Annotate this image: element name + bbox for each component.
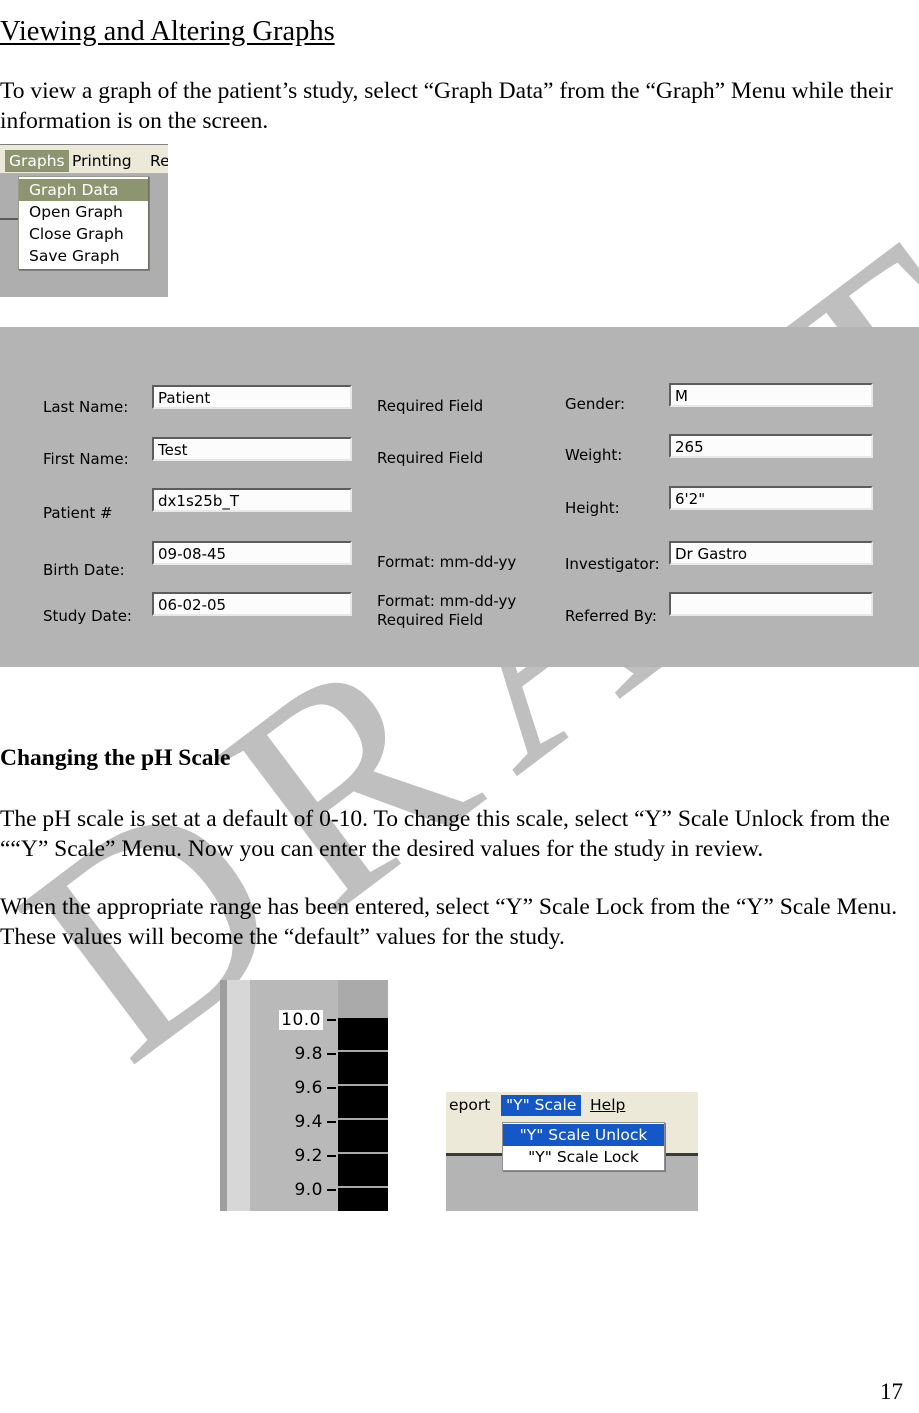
label-gender: Gender: — [565, 395, 626, 413]
label-referred-by: Referred By: — [565, 607, 657, 625]
gender-input[interactable]: M — [669, 383, 873, 407]
menubar-item-help[interactable]: Help — [590, 1095, 625, 1116]
yscale-max-value-input[interactable]: 10.0 — [279, 1010, 323, 1030]
page-number: 17 — [880, 1379, 903, 1404]
label-height: Height: — [565, 499, 620, 517]
yscale-tick: 9.6 — [294, 1078, 338, 1098]
investigator-input[interactable]: Dr Gastro — [669, 541, 873, 565]
yscale-tick-label: 9.8 — [294, 1044, 323, 1064]
menu-item-close-graph[interactable]: Close Graph — [19, 223, 148, 245]
label-first-name: First Name: — [43, 450, 129, 468]
yscale-tick-label: 9.2 — [294, 1146, 323, 1166]
menu-item-y-scale-unlock[interactable]: "Y" Scale Unlock — [503, 1124, 664, 1146]
note-first-name: Required Field — [377, 449, 484, 467]
menu-item-open-graph[interactable]: Open Graph — [19, 201, 148, 223]
study-date-input[interactable]: 06-02-05 — [152, 592, 352, 616]
patient-number-input[interactable]: dx1s25b_T — [152, 488, 352, 512]
yscale-outer-frame — [220, 980, 227, 1211]
yscale-dropdown-menu: "Y" Scale Unlock "Y" Scale Lock — [502, 1122, 665, 1171]
menubar-item-reports[interactable]: Re — [150, 150, 168, 172]
plot-band — [338, 1120, 388, 1152]
document-page: Viewing and Altering Graphs To view a gr… — [0, 0, 919, 1413]
note-study-date: Format: mm-dd-yy Required Field — [377, 592, 517, 629]
label-investigator: Investigator: — [565, 555, 660, 573]
referred-by-input[interactable] — [669, 592, 873, 616]
intro-paragraph: To view a graph of the patient’s study, … — [0, 77, 893, 134]
weight-input[interactable]: 265 — [669, 434, 873, 458]
last-name-input[interactable]: Patient — [152, 385, 352, 409]
yscale-menu-screenshot: eport "Y" Scale Help "Y" Scale Unlock "Y… — [446, 1092, 698, 1211]
note-last-name: Required Field — [377, 397, 484, 415]
menubar-item-graphs[interactable]: Graphs — [5, 150, 69, 172]
menu-item-save-graph[interactable]: Save Graph — [19, 245, 148, 267]
tick-mark-icon — [327, 1053, 336, 1055]
help-accesskey: Help — [590, 1096, 626, 1114]
note-birth-date: Format: mm-dd-yy — [377, 553, 517, 571]
plot-band — [338, 1052, 388, 1084]
window-body-divider — [0, 218, 18, 220]
yscale-tick-label: 9.0 — [294, 1180, 323, 1200]
yscale-inner-frame — [227, 980, 250, 1211]
label-study-date: Study Date: — [43, 607, 132, 625]
tick-mark-icon — [327, 1155, 336, 1157]
yscale-tick: 9.4 — [294, 1112, 338, 1132]
menubar-item-printing[interactable]: Printing — [72, 150, 132, 172]
yscale-tick: 9.2 — [294, 1146, 338, 1166]
section-heading-changing-ph-scale: Changing the pH Scale — [0, 744, 231, 771]
menubar-item-report[interactable]: eport — [449, 1095, 490, 1116]
patient-info-form-screenshot: Last Name: First Name: Patient # Birth D… — [0, 327, 919, 667]
graphs-menu-screenshot: Graphs Printing Re Graph Data Open Graph… — [0, 144, 168, 297]
label-birth-date: Birth Date: — [43, 561, 125, 579]
plot-band — [338, 1154, 388, 1186]
ph-yscale-screenshot: 10.0 9.8 9.6 9.4 9.2 9.0 — [220, 980, 388, 1211]
plot-band — [338, 1086, 388, 1118]
menu-item-y-scale-lock[interactable]: "Y" Scale Lock — [503, 1146, 664, 1168]
tick-mark-icon — [327, 1087, 336, 1089]
plot-band — [338, 1188, 388, 1211]
tick-mark-icon — [327, 1019, 336, 1021]
tick-mark-icon — [327, 1121, 336, 1123]
label-weight: Weight: — [565, 446, 623, 464]
label-last-name: Last Name: — [43, 398, 129, 416]
paragraph-ph-scale-lock: When the appropriate range has been ente… — [0, 893, 898, 950]
graphs-menubar: Graphs Printing Re — [0, 149, 168, 174]
first-name-input[interactable]: Test — [152, 437, 352, 461]
yscale-tick: 9.0 — [294, 1180, 338, 1200]
menubar-item-y-scale[interactable]: "Y" Scale — [501, 1095, 582, 1116]
graphs-dropdown-menu: Graph Data Open Graph Close Graph Save G… — [18, 176, 149, 270]
tick-mark-icon — [327, 1189, 336, 1191]
paragraph-ph-scale-default: The pH scale is set at a default of 0-10… — [0, 805, 890, 862]
height-input[interactable]: 6'2" — [669, 486, 873, 510]
menu-item-graph-data[interactable]: Graph Data — [19, 179, 148, 201]
yscale-tick-label: 9.4 — [294, 1112, 323, 1132]
label-patient-number: Patient # — [43, 504, 113, 522]
yscale-tick: 9.8 — [294, 1044, 338, 1064]
birth-date-input[interactable]: 09-08-45 — [152, 541, 352, 565]
page-title: Viewing and Altering Graphs — [0, 16, 335, 48]
yscale-menubar: eport "Y" Scale Help — [446, 1092, 698, 1119]
yscale-tick-max[interactable]: 10.0 — [279, 1010, 338, 1030]
yscale-tick-label: 9.6 — [294, 1078, 323, 1098]
plot-band — [338, 1018, 388, 1050]
